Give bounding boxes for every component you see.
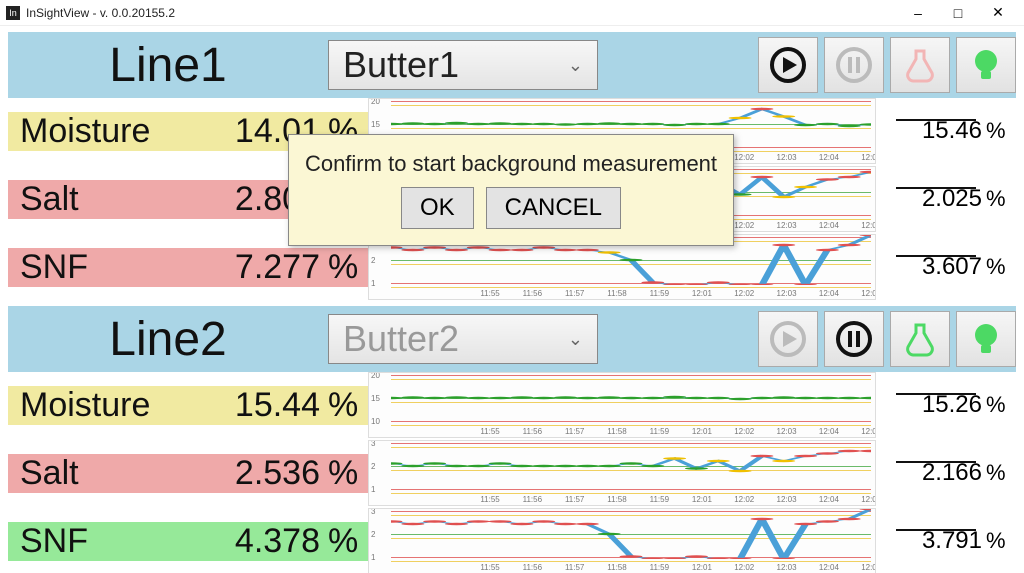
flask-button[interactable]	[890, 311, 950, 367]
average-value: 15.46	[876, 117, 986, 145]
measurement-row: SNF 4.378 % 123 11:5511:5611:5711:5811:5…	[8, 508, 1016, 573]
line-title: Line2	[8, 312, 328, 367]
minimize-button[interactable]: –	[898, 0, 938, 26]
average-unit: %	[986, 118, 1016, 144]
line-header: Line2 Butter2 ⌄	[8, 306, 1016, 372]
line-title: Line1	[8, 38, 328, 93]
measurement-label: Moisture	[8, 386, 178, 425]
average-unit: %	[986, 392, 1016, 418]
measurement-label: Salt	[8, 180, 178, 219]
measurement-row: Salt 2.536 % 123 11:5511:5611:5711:5811:…	[8, 440, 1016, 508]
measurement-chart: 101520 11:5511:5611:5711:5811:5912:0112:…	[368, 372, 876, 438]
measurement-unit: %	[328, 454, 368, 493]
chevron-down-icon: ⌄	[568, 329, 583, 350]
flask-button	[890, 37, 950, 93]
product-select-label: Butter2	[343, 318, 459, 360]
pause-button[interactable]	[824, 311, 884, 367]
measurement-label: SNF	[8, 522, 178, 561]
line-block: Line2 Butter2 ⌄ Moisture 15.44 % 101520 …	[8, 306, 1016, 573]
measurement-label: Moisture	[8, 112, 178, 151]
measurement-chart: 123 11:5511:5611:5711:5811:5912:0112:021…	[368, 508, 876, 573]
pause-button	[824, 37, 884, 93]
average-value: 3.791	[876, 527, 986, 555]
measurement-unit: %	[328, 248, 368, 287]
average-unit: %	[986, 186, 1016, 212]
titlebar: In InSightView - v. 0.0.20155.2 – □ ✕	[0, 0, 1024, 26]
measurement-row: Moisture 15.44 % 101520 11:5511:5611:571…	[8, 372, 1016, 440]
average-value: 2.166	[876, 459, 986, 487]
window-title: InSightView - v. 0.0.20155.2	[26, 6, 898, 20]
average-value: 3.607	[876, 253, 986, 281]
average-unit: %	[986, 460, 1016, 486]
average-unit: %	[986, 254, 1016, 280]
dialog-message: Confirm to start background measurement	[305, 151, 717, 177]
app-icon: In	[6, 6, 20, 20]
measurement-value: 4.378	[178, 522, 328, 561]
product-select[interactable]: Butter1 ⌄	[328, 40, 598, 90]
line-header: Line1 Butter1 ⌄	[8, 32, 1016, 98]
dialog-cancel-button[interactable]: CANCEL	[486, 187, 621, 229]
chevron-down-icon: ⌄	[568, 55, 583, 76]
measurement-chart: 123 11:5511:5611:5711:5811:5912:0112:021…	[368, 440, 876, 506]
average-value: 2.025	[876, 185, 986, 213]
product-select: Butter2 ⌄	[328, 314, 598, 364]
average-unit: %	[986, 528, 1016, 554]
maximize-button[interactable]: □	[938, 0, 978, 26]
measurement-unit: %	[328, 386, 368, 425]
product-select-label: Butter1	[343, 44, 459, 86]
dialog-ok-button[interactable]: OK	[401, 187, 474, 229]
confirm-dialog: Confirm to start background measurement …	[288, 134, 734, 246]
bulb-button[interactable]	[956, 37, 1016, 93]
measurement-value: 2.536	[178, 454, 328, 493]
close-button[interactable]: ✕	[978, 0, 1018, 26]
average-value: 15.26	[876, 391, 986, 419]
measurement-unit: %	[328, 522, 368, 561]
bulb-button[interactable]	[956, 311, 1016, 367]
measurement-value: 7.277	[178, 248, 328, 287]
measurement-value: 15.44	[178, 386, 328, 425]
measurement-label: Salt	[8, 454, 178, 493]
play-button[interactable]	[758, 37, 818, 93]
measurement-label: SNF	[8, 248, 178, 287]
play-button	[758, 311, 818, 367]
